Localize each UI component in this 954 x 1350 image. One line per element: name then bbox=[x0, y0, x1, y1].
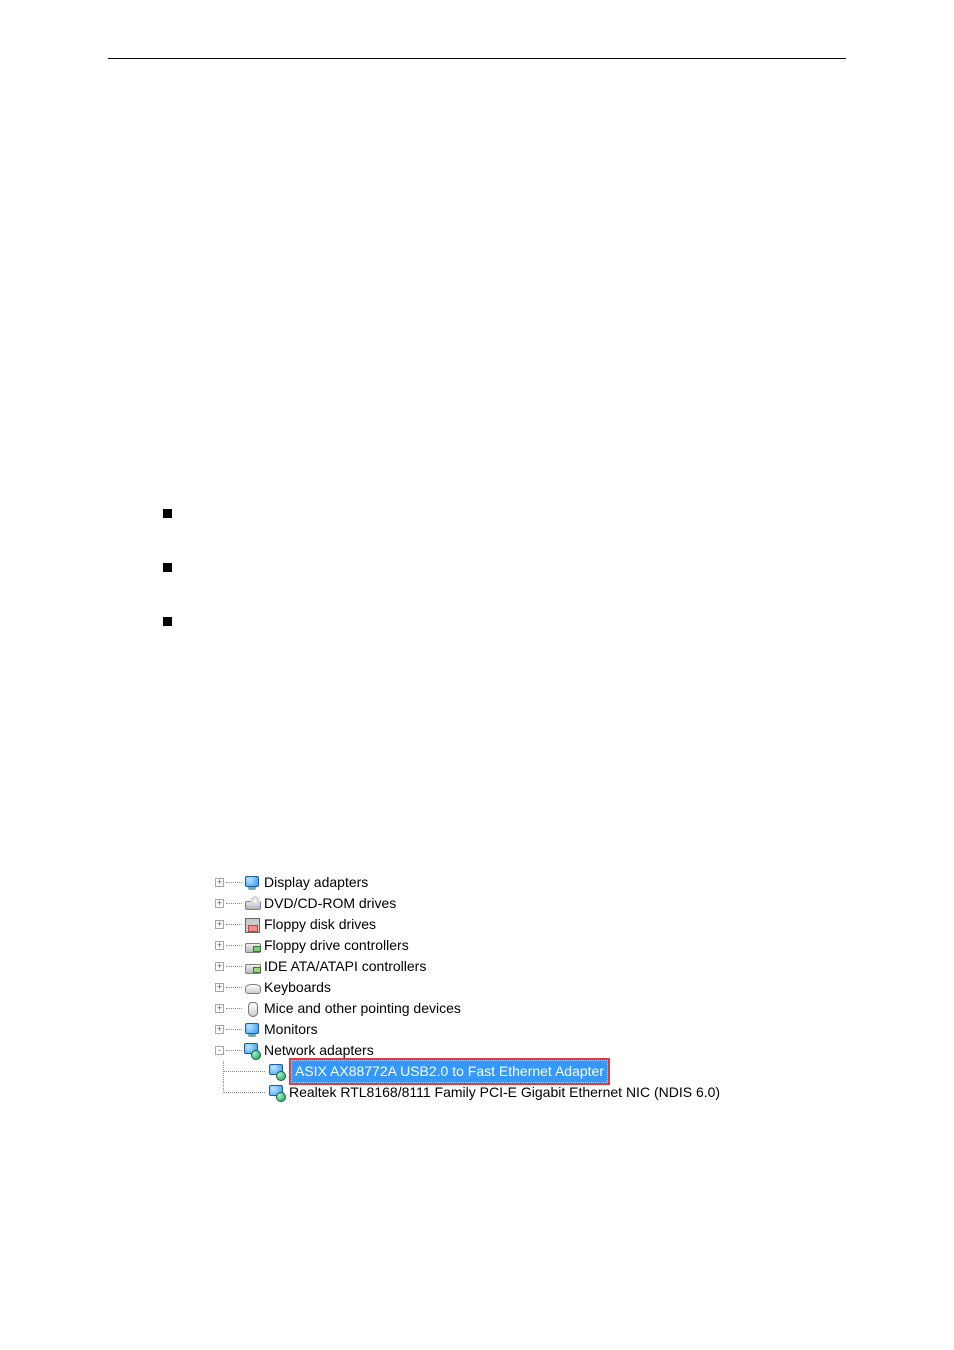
tree-label: Floppy drive controllers bbox=[264, 935, 409, 956]
document-page: + Display adapters + DVD/CD-ROM drives +… bbox=[0, 0, 954, 1350]
tree-label: Monitors bbox=[264, 1019, 318, 1040]
tree-connector bbox=[219, 1061, 267, 1082]
tree-node-keyboards[interactable]: + Keyboards bbox=[215, 977, 720, 998]
expand-icon[interactable]: + bbox=[215, 1004, 224, 1013]
tree-node-monitors[interactable]: + Monitors bbox=[215, 1019, 720, 1040]
keyboard-icon bbox=[244, 980, 260, 996]
network-adapter-icon bbox=[244, 1043, 260, 1059]
expand-icon[interactable]: + bbox=[215, 899, 224, 908]
tree-node-floppy-disk[interactable]: + Floppy disk drives bbox=[215, 914, 720, 935]
floppy-controller-icon bbox=[244, 938, 260, 954]
display-adapter-icon bbox=[244, 875, 260, 891]
tree-node-display-adapters[interactable]: + Display adapters bbox=[215, 872, 720, 893]
expand-icon[interactable]: + bbox=[215, 941, 224, 950]
expand-icon[interactable]: + bbox=[215, 920, 224, 929]
tree-node-realtek-adapter[interactable]: Realtek RTL8168/8111 Family PCI-E Gigabi… bbox=[219, 1082, 720, 1103]
monitor-icon bbox=[244, 1022, 260, 1038]
bullet-square-icon bbox=[163, 617, 172, 626]
tree-label[interactable]: ASIX AX88772A USB2.0 to Fast Ethernet Ad… bbox=[291, 1060, 608, 1083]
collapse-icon[interactable]: - bbox=[215, 1046, 224, 1055]
tree-connector bbox=[226, 966, 242, 968]
tree-connector bbox=[226, 1029, 242, 1031]
tree-connector bbox=[226, 987, 242, 989]
floppy-disk-icon bbox=[244, 917, 260, 933]
tree-label: Realtek RTL8168/8111 Family PCI-E Gigabi… bbox=[289, 1082, 720, 1103]
header-rule bbox=[108, 58, 846, 59]
tree-node-asix-adapter[interactable]: ASIX AX88772A USB2.0 to Fast Ethernet Ad… bbox=[219, 1061, 720, 1082]
tree-label: IDE ATA/ATAPI controllers bbox=[264, 956, 426, 977]
mouse-icon bbox=[244, 1001, 260, 1017]
tree-label: DVD/CD-ROM drives bbox=[264, 893, 396, 914]
bullet-list bbox=[163, 509, 172, 671]
tree-connector bbox=[226, 1050, 242, 1052]
tree-connector bbox=[226, 1008, 242, 1010]
network-adapter-icon bbox=[269, 1085, 285, 1101]
dvd-drive-icon bbox=[244, 896, 260, 912]
tree-node-mice[interactable]: + Mice and other pointing devices bbox=[215, 998, 720, 1019]
tree-node-floppy-controllers[interactable]: + Floppy drive controllers bbox=[215, 935, 720, 956]
tree-label: Display adapters bbox=[264, 872, 368, 893]
tree-connector bbox=[226, 882, 242, 884]
tree-label: Mice and other pointing devices bbox=[264, 998, 461, 1019]
selection-highlight-box: ASIX AX88772A USB2.0 to Fast Ethernet Ad… bbox=[289, 1058, 610, 1085]
tree-connector bbox=[226, 945, 242, 947]
tree-label: Keyboards bbox=[264, 977, 331, 998]
tree-connector bbox=[219, 1082, 267, 1103]
ide-controller-icon bbox=[244, 959, 260, 975]
bullet-square-icon bbox=[163, 509, 172, 518]
bullet-square-icon bbox=[163, 563, 172, 572]
tree-node-ide-atapi[interactable]: + IDE ATA/ATAPI controllers bbox=[215, 956, 720, 977]
expand-icon[interactable]: + bbox=[215, 983, 224, 992]
expand-icon[interactable]: + bbox=[215, 878, 224, 887]
tree-label: Floppy disk drives bbox=[264, 914, 376, 935]
expand-icon[interactable]: + bbox=[215, 962, 224, 971]
tree-connector bbox=[226, 924, 242, 926]
network-adapters-children: ASIX AX88772A USB2.0 to Fast Ethernet Ad… bbox=[219, 1061, 720, 1103]
tree-connector bbox=[226, 903, 242, 905]
tree-node-dvd-cd-rom[interactable]: + DVD/CD-ROM drives bbox=[215, 893, 720, 914]
device-manager-tree: + Display adapters + DVD/CD-ROM drives +… bbox=[215, 872, 720, 1103]
expand-icon[interactable]: + bbox=[215, 1025, 224, 1034]
network-adapter-icon bbox=[269, 1064, 285, 1080]
